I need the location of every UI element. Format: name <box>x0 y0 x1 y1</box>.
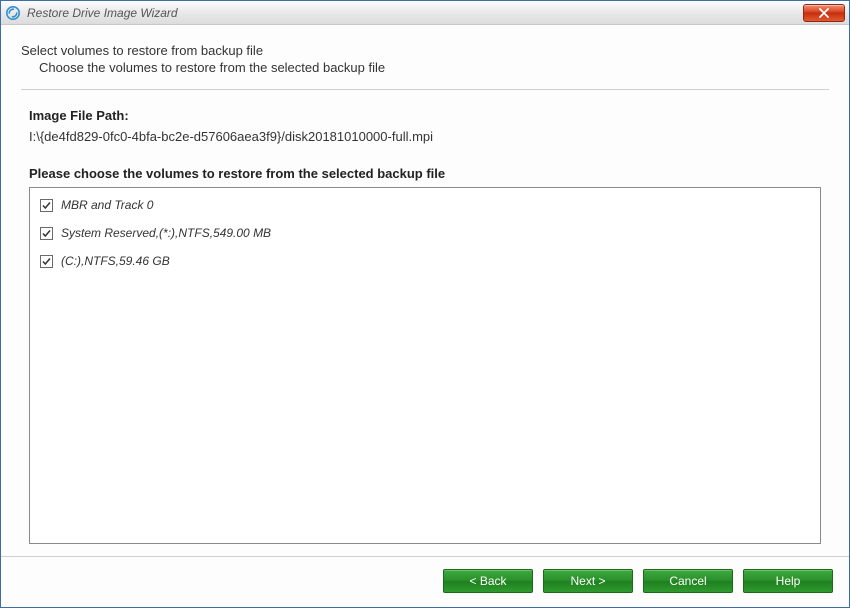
content-area: Select volumes to restore from backup fi… <box>1 25 849 556</box>
checkmark-icon <box>41 200 52 211</box>
choose-volumes-label: Please choose the volumes to restore fro… <box>29 166 829 181</box>
wizard-window: Restore Drive Image Wizard Select volume… <box>0 0 850 608</box>
help-button[interactable]: Help <box>743 569 833 593</box>
next-button[interactable]: Next > <box>543 569 633 593</box>
footer-buttons: < Back Next > Cancel Help <box>1 556 849 607</box>
image-file-path-label: Image File Path: <box>29 108 829 123</box>
volume-row[interactable]: MBR and Track 0 <box>40 198 810 212</box>
window-title: Restore Drive Image Wizard <box>27 6 803 20</box>
divider <box>21 89 829 90</box>
back-button[interactable]: < Back <box>443 569 533 593</box>
intro-block: Select volumes to restore from backup fi… <box>21 43 829 75</box>
volume-row[interactable]: System Reserved,(*:),NTFS,549.00 MB <box>40 226 810 240</box>
volume-label: (C:),NTFS,59.46 GB <box>61 254 170 268</box>
volumes-listbox[interactable]: MBR and Track 0 System Reserved,(*:),NTF… <box>29 187 821 544</box>
checkmark-icon <box>41 228 52 239</box>
titlebar: Restore Drive Image Wizard <box>1 1 849 25</box>
volume-checkbox[interactable] <box>40 227 53 240</box>
close-button[interactable] <box>803 4 845 22</box>
checkmark-icon <box>41 256 52 267</box>
app-icon <box>5 5 21 21</box>
volume-row[interactable]: (C:),NTFS,59.46 GB <box>40 254 810 268</box>
intro-subheading: Choose the volumes to restore from the s… <box>39 60 829 75</box>
volume-checkbox[interactable] <box>40 255 53 268</box>
close-icon <box>818 8 830 18</box>
volume-label: System Reserved,(*:),NTFS,549.00 MB <box>61 226 271 240</box>
intro-heading: Select volumes to restore from backup fi… <box>21 43 829 58</box>
image-file-path-value: I:\{de4fd829-0fc0-4bfa-bc2e-d57606aea3f9… <box>29 129 829 144</box>
cancel-button[interactable]: Cancel <box>643 569 733 593</box>
volume-label: MBR and Track 0 <box>61 198 153 212</box>
volume-checkbox[interactable] <box>40 199 53 212</box>
